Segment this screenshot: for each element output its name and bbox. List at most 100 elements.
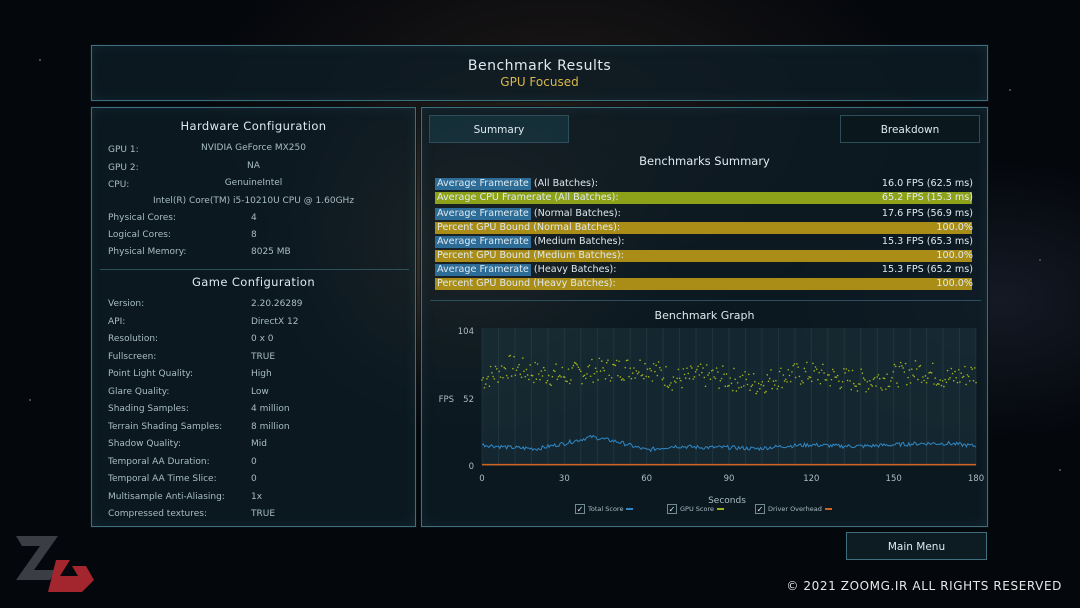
- gpu-score-point: [676, 377, 678, 380]
- gpu-score-point: [860, 368, 862, 370]
- gpu-score-point: [815, 368, 818, 370]
- gpu-score-point: [699, 363, 702, 366]
- gpu-score-point: [694, 370, 697, 373]
- summary-value: 100.0%: [936, 278, 973, 289]
- gpu-score-point: [856, 390, 859, 392]
- gpu-score-point: [483, 386, 486, 389]
- main-menu-button[interactable]: Main Menu: [846, 532, 987, 560]
- legend-total-score[interactable]: ✓ Total Score: [575, 504, 634, 514]
- gpu-score-point: [893, 363, 896, 366]
- gpu-score-point: [549, 383, 551, 385]
- gpu-score-point: [908, 369, 911, 371]
- gpu-score-point: [765, 390, 767, 393]
- gpu-score-point: [741, 374, 744, 377]
- gpu-score-point: [880, 387, 882, 389]
- gpu-score-point: [568, 382, 571, 385]
- gpu-score-point: [576, 363, 578, 366]
- gpu-score-point: [557, 375, 560, 378]
- benchmark-panel: Summary Breakdown Benchmarks Summary Ave…: [421, 107, 988, 527]
- gpu-score-point: [861, 372, 864, 374]
- gpu-score-point: [752, 372, 755, 375]
- gpu-score-point: [566, 380, 569, 383]
- game-config-value: 4 million: [251, 404, 290, 414]
- gpu-score-point: [550, 384, 552, 387]
- summary-label: Percent GPU Bound (Normal Batches):: [435, 222, 622, 233]
- legend-driver-overhead[interactable]: ✓ Driver Overhead: [755, 504, 832, 514]
- summary-value: 16.0 FPS (62.5 ms): [881, 178, 973, 189]
- summary-label: Average Framerate (Normal Batches):: [435, 208, 621, 220]
- gpu-score-point: [531, 374, 534, 377]
- summary-value: 100.0%: [936, 222, 973, 233]
- gpu-score-point: [722, 365, 724, 367]
- gpu-score-point: [544, 369, 546, 372]
- gpu-score-point: [962, 375, 965, 378]
- gpu-score-point: [682, 368, 685, 370]
- gpu-score-point: [594, 367, 597, 370]
- game-config-key: API:: [108, 316, 126, 327]
- gpu-score-point: [500, 365, 503, 367]
- gpu-score-point: [536, 363, 539, 365]
- gpu-score-point: [888, 385, 891, 388]
- gpu-score-point: [761, 380, 764, 383]
- legend-gpu-score[interactable]: ✓ GPU Score: [667, 504, 724, 514]
- gpu-score-point: [713, 376, 715, 378]
- gpu-score-point: [641, 374, 644, 376]
- gpu-score-point: [730, 382, 733, 385]
- game-config-row: Version: 2.20.26289: [108, 298, 408, 310]
- gpu-score-point: [581, 382, 583, 385]
- gpu-score-point: [777, 385, 780, 388]
- gpu-score-point: [920, 381, 923, 384]
- gpu-score-point: [545, 381, 548, 384]
- summary-label-highlight: Percent GPU Bound (Medium Batches):: [437, 250, 624, 261]
- gpu-score-point: [933, 383, 935, 385]
- game-config-value: 0: [251, 474, 257, 484]
- hardware-config-title: Hardware Configuration: [180, 119, 327, 133]
- gpu-score-point: [736, 381, 739, 384]
- physical-cores-value: 4: [251, 213, 257, 223]
- gpu-score-point: [554, 370, 556, 373]
- checkbox-icon[interactable]: ✓: [755, 504, 765, 514]
- gpu-score-point: [877, 374, 880, 376]
- gpu-score-point: [635, 370, 638, 372]
- gpu-score-point: [633, 367, 635, 369]
- cpu-model: Intel(R) Core(TM) i5-10210U CPU @ 1.60GH…: [152, 196, 355, 206]
- tab-summary[interactable]: Summary: [429, 115, 569, 143]
- gpu-score-point: [686, 367, 688, 369]
- gpu-score-point: [829, 384, 832, 387]
- checkbox-icon[interactable]: ✓: [667, 504, 677, 514]
- gpu-score-point: [757, 382, 760, 385]
- gpu-score-point: [645, 375, 648, 378]
- gpu-score-point: [512, 367, 514, 370]
- gpu-score-point: [489, 365, 492, 368]
- game-config-key: Multisample Anti-Aliasing:: [108, 491, 225, 502]
- gpu-score-point: [957, 368, 960, 371]
- gpu-score-point: [499, 376, 502, 378]
- gpu-score-point: [623, 379, 625, 381]
- game-config-row: Resolution: 0 x 0: [108, 333, 408, 345]
- summary-row: Average CPU Framerate (All Batches): 65.2…: [435, 192, 975, 204]
- gpu-score-point: [764, 391, 766, 394]
- gpu-score-point: [670, 382, 672, 384]
- y-axis-label: FPS: [439, 395, 454, 405]
- gpu-score-point: [862, 377, 865, 379]
- gpu-score-point: [620, 379, 623, 381]
- gpu-score-point: [599, 370, 602, 372]
- gpu-score-point: [864, 379, 866, 381]
- game-config-value: Low: [251, 386, 269, 397]
- gpu-score-point: [943, 385, 945, 388]
- gpu-score-point: [596, 370, 598, 373]
- legend-driver-label: Driver Overhead: [768, 505, 822, 513]
- summary-label-rest: (Heavy Batches):: [530, 264, 617, 275]
- gpu-score-point: [547, 374, 550, 377]
- gpu-score-point: [587, 365, 590, 368]
- game-config-row: Shading Samples: 4 million: [108, 403, 408, 415]
- gpu-score-point: [570, 379, 572, 381]
- gpu-swatch: [717, 508, 724, 510]
- tab-breakdown[interactable]: Breakdown: [840, 115, 980, 143]
- game-config-key: Version:: [108, 299, 145, 309]
- checkbox-icon[interactable]: ✓: [575, 504, 585, 514]
- benchmark-graph-title: Benchmark Graph: [654, 309, 755, 322]
- game-config-value: 0 x 0: [251, 334, 274, 344]
- gpu-score-point: [591, 358, 593, 361]
- gpu-score-point: [878, 377, 881, 380]
